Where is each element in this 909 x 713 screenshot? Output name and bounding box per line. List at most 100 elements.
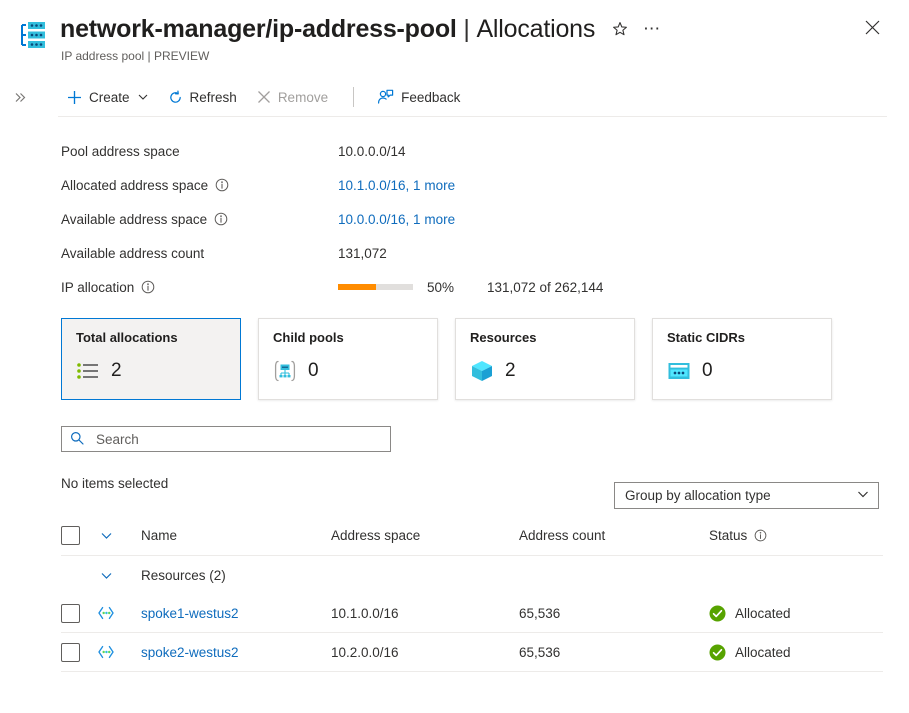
ip-allocation-detail: 131,072 of 262,144 (487, 279, 604, 295)
chevron-down-icon[interactable] (97, 526, 115, 544)
create-label: Create (89, 89, 130, 105)
column-header-address-count[interactable]: Address count (519, 528, 709, 543)
group-by-dropdown[interactable]: Group by allocation type (614, 482, 879, 509)
status-badge: Allocated (709, 644, 869, 661)
card-count: 2 (111, 360, 122, 381)
property-row-ip-allocation: IP allocation 50% 131,072 of 262,144 (61, 270, 909, 304)
property-list: Pool address space 10.0.0.0/14 Allocated… (0, 134, 909, 304)
card-count: 0 (308, 360, 319, 381)
remove-label: Remove (277, 89, 329, 105)
chevron-down-icon[interactable] (97, 566, 115, 584)
row-name-cell: spoke1-westus2 (141, 606, 331, 621)
title-resource-name: network-manager/ip-address-pool (60, 14, 457, 43)
property-value-link[interactable]: 10.1.0.0/16, 1 more (338, 178, 455, 193)
toolbar-underline (58, 116, 887, 117)
row-address-space: 10.2.0.0/16 (331, 644, 399, 660)
card-child-pools[interactable]: Child pools 0 (258, 318, 438, 400)
command-bar: Create Refresh Remove Feedback (0, 77, 909, 117)
property-label: Pool address space (61, 143, 180, 159)
card-title: Child pools (273, 330, 344, 345)
ip-allocation-progressbar (338, 284, 413, 290)
info-icon[interactable] (215, 178, 229, 192)
table-group-row[interactable]: Resources (2) (61, 556, 883, 594)
row-address-count: 65,536 (519, 644, 561, 660)
ip-allocation-progress-fill (338, 284, 376, 290)
filters-area: No items selected Group by allocation ty… (0, 426, 909, 509)
card-resources[interactable]: Resources 2 (455, 318, 635, 400)
double-chevron-right-icon[interactable] (10, 87, 30, 107)
success-check-icon (709, 605, 726, 622)
info-icon[interactable] (214, 212, 228, 226)
expand-all-cell (97, 526, 141, 544)
card-count: 2 (505, 360, 516, 381)
close-icon[interactable] (859, 14, 885, 40)
search-input[interactable] (94, 430, 382, 448)
resource-cube-icon (470, 359, 494, 383)
star-icon[interactable] (609, 18, 631, 40)
plus-icon (67, 90, 82, 105)
card-count: 0 (702, 360, 713, 381)
column-header-status[interactable]: Status (709, 528, 869, 543)
column-header-name[interactable]: Name (141, 528, 331, 543)
row-checkbox[interactable] (61, 642, 80, 662)
create-button[interactable]: Create (58, 81, 157, 113)
feedback-button[interactable]: Feedback (368, 81, 469, 113)
property-label: IP allocation (61, 279, 135, 295)
row-select-cell (61, 642, 97, 662)
ellipsis-icon[interactable]: ⋯ (641, 18, 663, 40)
table-row[interactable]: spoke1-westus2 10.1.0.0/16 65,536 Alloca… (61, 594, 883, 633)
property-label: Available address count (61, 245, 205, 261)
group-by-label: Group by allocation type (625, 488, 771, 503)
property-value-link[interactable]: 10.0.0.0/16, 1 more (338, 212, 455, 227)
card-total-allocations[interactable]: Total allocations 2 (61, 318, 241, 400)
property-value: 131,072 (338, 245, 387, 261)
property-row-available-address-space: Available address space 10.0.0.0/16, 1 m… (61, 202, 909, 236)
column-header-address-space[interactable]: Address space (331, 528, 519, 543)
group-expand-cell (97, 566, 141, 584)
card-static-cidrs[interactable]: Static CIDRs 0 (652, 318, 832, 400)
card-title: Total allocations (76, 330, 178, 345)
row-icon-cell (97, 604, 141, 622)
success-check-icon (709, 644, 726, 661)
table-row[interactable]: spoke2-westus2 10.2.0.0/16 65,536 Alloca… (61, 633, 883, 672)
refresh-label: Refresh (189, 89, 237, 105)
row-checkbox[interactable] (61, 603, 80, 623)
feedback-label: Feedback (401, 89, 461, 105)
chevron-down-icon (857, 488, 869, 503)
select-all-checkbox[interactable] (61, 525, 80, 545)
blade-header: network-manager/ip-address-pool | Alloca… (0, 0, 909, 63)
group-label: Resources (2) (141, 567, 226, 583)
list-bullet-icon (76, 359, 100, 383)
status-badge: Allocated (709, 605, 869, 622)
info-icon[interactable] (754, 529, 767, 542)
property-label: Available address space (61, 211, 208, 227)
virtual-network-icon (97, 604, 115, 622)
info-icon[interactable] (141, 280, 155, 294)
child-pool-icon (273, 359, 297, 383)
status-label: Allocated (735, 644, 791, 660)
feedback-person-icon (377, 89, 394, 105)
remove-button: Remove (248, 81, 337, 113)
column-header-status-label: Status (709, 527, 748, 543)
title-section: Allocations (476, 14, 596, 43)
allocations-table: Name Address space Address count Status … (0, 515, 909, 672)
select-all-cell (61, 525, 97, 545)
chevron-down-icon[interactable] (138, 92, 148, 102)
row-select-cell (61, 603, 97, 623)
refresh-button[interactable]: Refresh (159, 81, 246, 113)
property-value: 10.0.0.0/14 (338, 143, 406, 159)
static-cidr-icon (667, 359, 691, 383)
row-name-link[interactable]: spoke2-westus2 (141, 645, 239, 660)
row-address-space: 10.1.0.0/16 (331, 605, 399, 621)
table-header-row: Name Address space Address count Status (61, 515, 883, 556)
property-row-allocated-address-space: Allocated address space 10.1.0.0/16, 1 m… (61, 168, 909, 202)
close-x-icon (257, 90, 271, 104)
row-name-link[interactable]: spoke1-westus2 (141, 606, 239, 621)
toolbar-divider (353, 87, 355, 107)
title-separator: | (463, 14, 470, 43)
search-box[interactable] (61, 426, 391, 452)
metric-cards: Total allocations 2 Child pools 0 Resour… (0, 318, 909, 400)
ip-address-pool-icon (16, 18, 50, 52)
card-title: Static CIDRs (667, 330, 746, 345)
search-icon (70, 431, 84, 448)
